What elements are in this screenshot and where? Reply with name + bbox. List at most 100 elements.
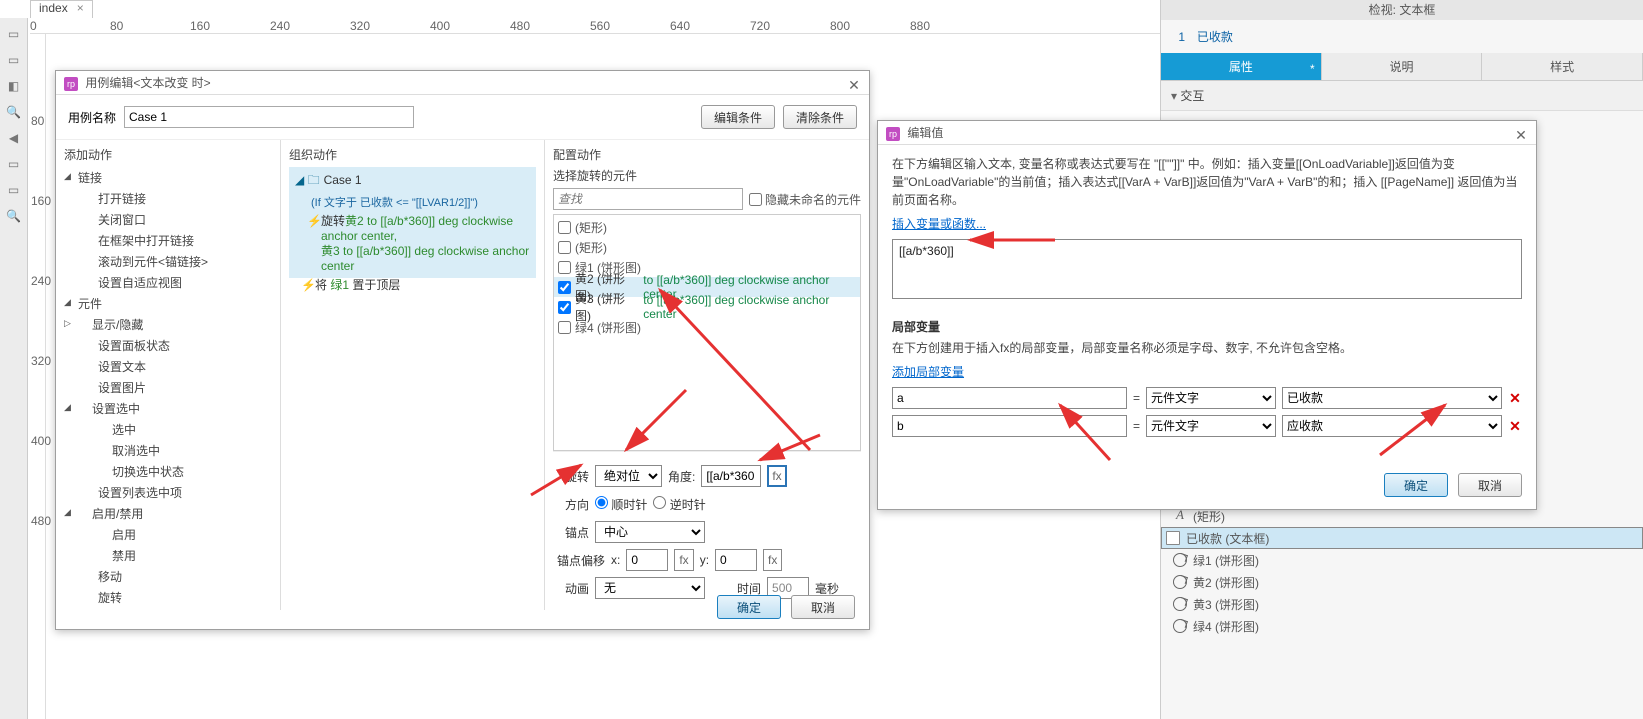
cancel-button[interactable]: 取消: [1458, 473, 1522, 497]
clear-condition-button[interactable]: 清除条件: [783, 105, 857, 129]
tree-group-showhide[interactable]: 显示/隐藏: [64, 314, 272, 335]
widget-name[interactable]: 已收款: [1197, 30, 1233, 44]
tree-item[interactable]: 设置自适应视图: [64, 272, 272, 293]
edit-value-dialog: rp 编辑值 ✕ 在下方编辑区输入文本, 变量名称或表达式要写在 "[[""]]…: [877, 120, 1537, 510]
delete-icon[interactable]: ✕: [1508, 418, 1522, 435]
tree-group-setselected[interactable]: 设置选中: [64, 398, 272, 419]
page-tab[interactable]: index ×: [30, 0, 93, 18]
case-action[interactable]: ⚡旋转黄2 to [[a/b*360]] deg clockwise ancho…: [295, 214, 530, 244]
search-input[interactable]: [553, 188, 743, 210]
angle-input[interactable]: [701, 465, 761, 487]
section-interactions[interactable]: 交互: [1161, 81, 1643, 111]
case-action[interactable]: ⚡将 绿1 置于顶层: [289, 278, 536, 293]
tree-item[interactable]: 启用: [64, 524, 272, 545]
pie-icon: [1173, 619, 1187, 633]
local-var-widget-select[interactable]: 已收款: [1282, 387, 1502, 409]
local-var-widget-select[interactable]: 应收款: [1282, 415, 1502, 437]
insert-var-link[interactable]: 插入变量或函数...: [892, 217, 986, 231]
page-number: 1: [1171, 30, 1185, 44]
tool-icon[interactable]: ▭: [4, 180, 24, 200]
close-icon[interactable]: ✕: [1512, 123, 1530, 141]
anchor-select[interactable]: 中心: [595, 521, 705, 543]
tree-group-widgets[interactable]: 元件: [64, 293, 272, 314]
tab-notes[interactable]: 说明: [1322, 53, 1483, 80]
tool-icon[interactable]: ▭: [4, 50, 24, 70]
anchor-label: 锚点: [553, 524, 589, 541]
bolt-icon: ⚡: [307, 214, 322, 229]
tree-item[interactable]: 在框架中打开链接: [64, 230, 272, 251]
add-local-var-link[interactable]: 添加局部变量: [892, 365, 964, 379]
tool-icon[interactable]: ▭: [4, 24, 24, 44]
offset-x-input[interactable]: [626, 549, 668, 571]
tool-icon[interactable]: ▭: [4, 154, 24, 174]
anim-select[interactable]: 无: [595, 577, 705, 599]
case-action-cont: 黄3 to [[a/b*360]] deg clockwise anchor c…: [295, 244, 530, 274]
tree-item[interactable]: 打开链接: [64, 188, 272, 209]
tree-item[interactable]: 关闭窗口: [64, 209, 272, 230]
tree-item[interactable]: 切换选中状态: [64, 461, 272, 482]
folder-icon: ◢ 🗀: [295, 173, 320, 187]
tree-item[interactable]: 选中: [64, 419, 272, 440]
fx-button[interactable]: fx: [674, 549, 693, 571]
rotate-mode-select[interactable]: 绝对位: [595, 465, 662, 487]
tree-item[interactable]: 设置列表选中项: [64, 482, 272, 503]
local-var-row: = 元件文字 已收款 ✕: [892, 387, 1522, 409]
fx-button[interactable]: fx: [767, 465, 786, 487]
local-var-type-select[interactable]: 元件文字: [1146, 387, 1276, 409]
dir-ccw-radio[interactable]: 逆时针: [653, 496, 705, 513]
tree-item[interactable]: 旋转: [64, 587, 272, 608]
outline-item[interactable]: 黄2 (饼形图): [1161, 571, 1643, 593]
tool-search-icon[interactable]: 🔍: [4, 206, 24, 226]
page-tab-close-icon[interactable]: ×: [77, 1, 84, 15]
tree-item[interactable]: 滚动到元件<锚链接>: [64, 251, 272, 272]
edit-condition-button[interactable]: 编辑条件: [701, 105, 775, 129]
expression-editor[interactable]: [[a/b*360]]: [892, 239, 1522, 299]
tree-item[interactable]: 设置面板状态: [64, 335, 272, 356]
delete-icon[interactable]: ✕: [1508, 390, 1522, 407]
local-var-name-input[interactable]: [892, 387, 1127, 409]
inspector-tabs: 属性* 说明 样式: [1161, 53, 1643, 81]
outline-item[interactable]: 绿1 (饼形图): [1161, 549, 1643, 571]
time-label: 时间: [737, 580, 761, 597]
tree-item[interactable]: 设置文本: [64, 356, 272, 377]
tab-properties[interactable]: 属性*: [1161, 53, 1322, 80]
ok-button[interactable]: 确定: [717, 595, 781, 619]
widget-row[interactable]: (矩形): [554, 237, 860, 257]
outline-item[interactable]: 绿4 (饼形图): [1161, 615, 1643, 637]
rotate-label: 旋转: [553, 468, 589, 485]
tree-group-links[interactable]: 链接: [64, 167, 272, 188]
app-icon: rp: [886, 127, 900, 141]
outline-item[interactable]: 已收款 (文本框): [1161, 527, 1643, 549]
widgets-list: (矩形) (矩形) 绿1 (饼形图) 黄2 (饼形图) to [[a/b*360…: [553, 214, 861, 451]
tree-group-enable[interactable]: 启用/禁用: [64, 503, 272, 524]
dir-cw-radio[interactable]: 顺时针: [595, 496, 647, 513]
fx-button[interactable]: fx: [763, 549, 782, 571]
widget-row[interactable]: (矩形): [554, 217, 860, 237]
widget-row[interactable]: 黄3 (饼形图) to [[a/b*360]] deg clockwise an…: [554, 297, 860, 317]
tree-item[interactable]: 取消选中: [64, 440, 272, 461]
dialog-title-bar[interactable]: rp 编辑值 ✕: [878, 121, 1536, 145]
close-icon[interactable]: ✕: [845, 73, 863, 91]
tool-search-icon[interactable]: 🔍: [4, 102, 24, 122]
panel-header: 配置动作: [553, 146, 861, 163]
app-icon: rp: [64, 77, 78, 91]
hide-unnamed-checkbox[interactable]: 隐藏未命名的元件: [749, 191, 861, 208]
outline-item[interactable]: 黄3 (饼形图): [1161, 593, 1643, 615]
tool-icon[interactable]: ◀: [4, 128, 24, 148]
case-name-input[interactable]: [124, 106, 414, 128]
local-var-type-select[interactable]: 元件文字: [1146, 415, 1276, 437]
case-name-label: 用例名称: [68, 109, 116, 126]
configure-action-panel: 配置动作 选择旋转的元件 隐藏未命名的元件 (矩形) (矩形) 绿1 (饼形图)…: [545, 140, 869, 610]
ok-button[interactable]: 确定: [1384, 473, 1448, 497]
inspector-page: 1 已收款: [1161, 20, 1643, 53]
case-block[interactable]: ◢ 🗀Case 1 (If 文字于 已收款 <= "[[LVAR1/2]]") …: [289, 167, 536, 278]
tree-item[interactable]: 设置图片: [64, 377, 272, 398]
offset-y-input[interactable]: [715, 549, 757, 571]
tool-icon[interactable]: ◧: [4, 76, 24, 96]
tab-style[interactable]: 样式: [1482, 53, 1643, 80]
local-var-name-input[interactable]: [892, 415, 1127, 437]
tree-item[interactable]: 禁用: [64, 545, 272, 566]
tree-item[interactable]: 移动: [64, 566, 272, 587]
cancel-button[interactable]: 取消: [791, 595, 855, 619]
dialog-title-bar[interactable]: rp 用例编辑<文本改变 时> ✕: [56, 71, 869, 95]
